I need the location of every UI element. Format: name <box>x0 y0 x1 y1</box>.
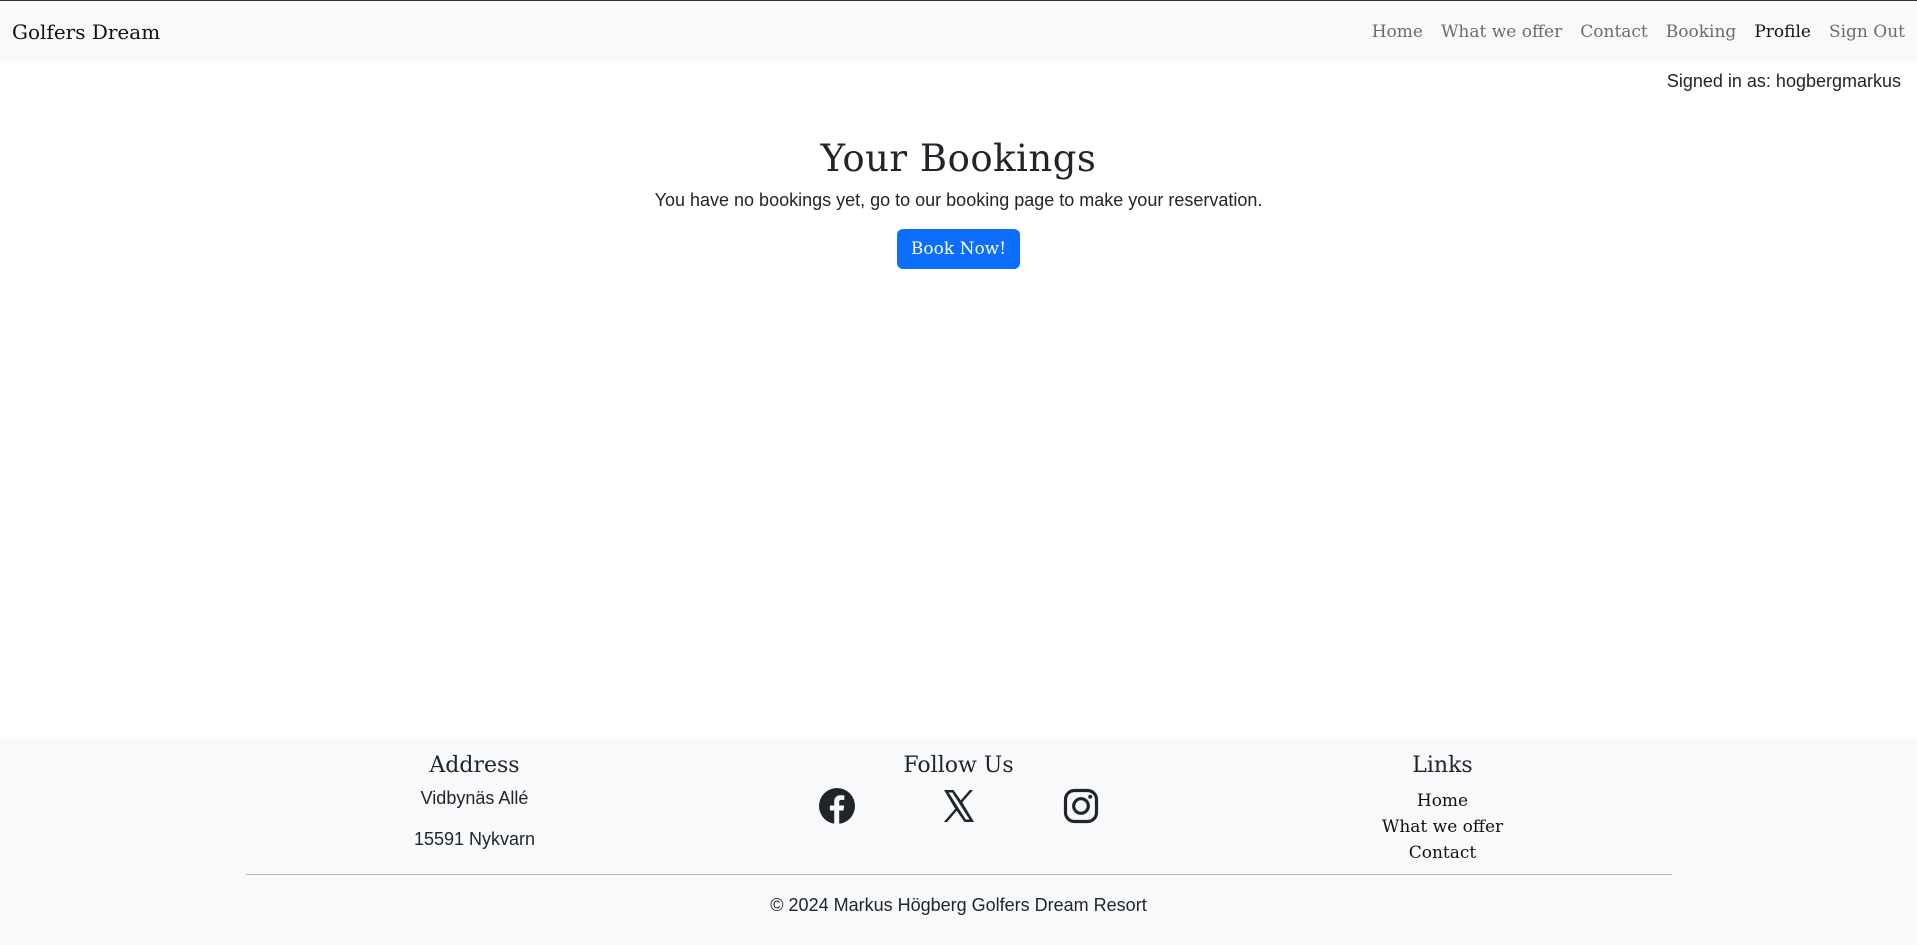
footer-link-what-we-offer[interactable]: What we offer <box>1201 814 1685 840</box>
address-street: Vidbynäs Allé <box>420 788 529 808</box>
nav-links: Home What we offer Contact Booking Profi… <box>1354 22 1905 42</box>
footer-follow-column: Follow Us <box>717 753 1201 870</box>
footer-link-home[interactable]: Home <box>1201 788 1685 814</box>
nav-link-what-we-offer[interactable]: What we offer <box>1441 22 1562 42</box>
footer-columns: Address Vidbynäs Allé 15591 Nykvarn Foll… <box>232 753 1685 870</box>
instagram-icon[interactable] <box>1063 788 1099 824</box>
nav-link-contact[interactable]: Contact <box>1580 22 1648 42</box>
follow-heading: Follow Us <box>903 753 1014 778</box>
x-icon[interactable] <box>941 788 977 824</box>
page-title: Your Bookings <box>820 137 1097 180</box>
footer-links-column: Links Home What we offer Contact <box>1201 753 1685 870</box>
footer-divider <box>245 874 1672 875</box>
copyright-text: © 2024 Markus Högberg Golfers Dream Reso… <box>770 895 1147 915</box>
footer-link-contact[interactable]: Contact <box>1201 840 1685 866</box>
footer-address-column: Address Vidbynäs Allé 15591 Nykvarn <box>233 753 717 870</box>
book-now-button[interactable]: Book Now! <box>896 229 1021 269</box>
nav-link-booking[interactable]: Booking <box>1666 22 1737 42</box>
main-content: Your Bookings You have no bookings yet, … <box>0 95 1917 737</box>
brand-logo-link[interactable]: Golfers Dream <box>12 20 160 44</box>
nav-link-sign-out[interactable]: Sign Out <box>1829 22 1905 42</box>
address-heading: Address <box>429 753 520 778</box>
no-bookings-message: You have no bookings yet, go to our book… <box>654 190 1263 210</box>
social-links <box>717 788 1201 824</box>
address-city: 15591 Nykvarn <box>413 829 536 849</box>
facebook-icon[interactable] <box>818 788 855 824</box>
footer: Address Vidbynäs Allé 15591 Nykvarn Foll… <box>0 737 1917 945</box>
navbar: Golfers Dream Home What we offer Contact… <box>0 1 1917 63</box>
nav-link-profile[interactable]: Profile <box>1754 22 1811 42</box>
nav-link-home[interactable]: Home <box>1372 22 1423 42</box>
links-heading: Links <box>1412 753 1473 778</box>
signed-in-status: Signed in as: hogbergmarkus <box>1666 71 1901 91</box>
